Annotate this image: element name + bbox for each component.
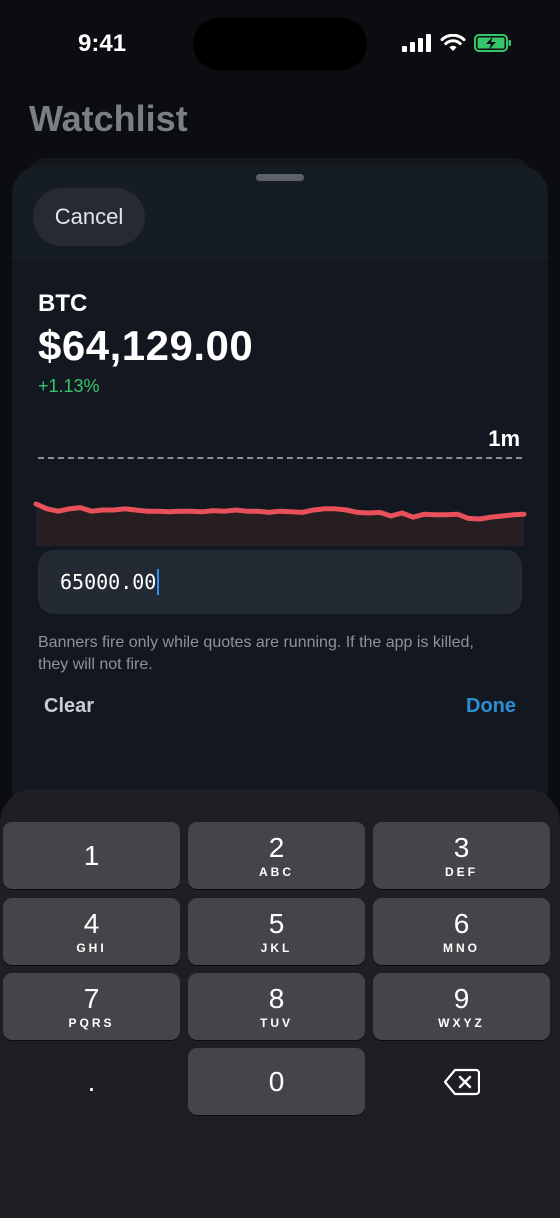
backspace-icon (443, 1068, 480, 1095)
key-digit: 1 (83, 839, 100, 871)
key-1[interactable]: 1 (3, 822, 180, 889)
key-digit: 6 (453, 907, 470, 939)
key-digit: 8 (268, 982, 285, 1014)
done-button[interactable]: Done (466, 695, 516, 718)
key-digit: 3 (453, 831, 470, 863)
status-icons (402, 34, 512, 52)
key-0[interactable]: 0 (188, 1048, 365, 1115)
key-letters: GHI (76, 940, 107, 955)
sheet-grabber[interactable] (256, 174, 304, 181)
key-digit: 9 (453, 982, 470, 1014)
asset-price: $64,129.00 (38, 322, 254, 369)
delete-key[interactable] (373, 1048, 550, 1115)
key-6[interactable]: 6 MNO (373, 898, 550, 965)
cellular-signal-icon (402, 34, 431, 52)
wifi-icon (440, 34, 466, 51)
clear-button[interactable]: Clear (44, 695, 94, 718)
key-decimal[interactable]: . (3, 1048, 180, 1115)
key-3[interactable]: 3 DEF (373, 822, 550, 889)
key-letters: PQRS (68, 1015, 115, 1030)
key-letters: DEF (445, 864, 478, 879)
key-letters: WXYZ (438, 1015, 485, 1030)
text-caret (157, 569, 160, 595)
key-9[interactable]: 9 WXYZ (373, 973, 550, 1040)
target-price-value: 65000.00 (60, 570, 157, 594)
numeric-keyboard: 1 2 ABC 3 DEF 4 GHI 5 JKL 6 MNO 7 PQRS 8… (0, 789, 560, 1218)
key-digit: 7 (83, 982, 100, 1014)
key-5[interactable]: 5 JKL (188, 898, 365, 965)
key-letters: MNO (443, 940, 480, 955)
status-time: 9:41 (78, 30, 127, 57)
price-change: +1.13% (38, 376, 100, 396)
battery-charging-icon (474, 34, 511, 52)
key-2[interactable]: 2 ABC (188, 822, 365, 889)
key-8[interactable]: 8 TUV (188, 973, 365, 1040)
key-7[interactable]: 7 PQRS (3, 973, 180, 1040)
key-digit: . (87, 1065, 96, 1097)
target-price-input[interactable]: 65000.00 (38, 550, 522, 614)
key-digit: 4 (83, 907, 100, 939)
key-4[interactable]: 4 GHI (3, 898, 180, 965)
key-letters: ABC (259, 864, 294, 879)
dynamic-island (193, 18, 367, 70)
key-letters: JKL (260, 940, 293, 955)
key-digit: 2 (268, 831, 285, 863)
price-sparkline (33, 501, 527, 546)
key-digit: 0 (268, 1065, 285, 1097)
time-range-label[interactable]: 1m (488, 426, 520, 452)
alert-note: Banners fire only while quotes are runni… (38, 634, 474, 673)
asset-symbol: BTC (38, 290, 88, 317)
status-bar: 9:41 (0, 0, 560, 90)
cancel-button[interactable]: Cancel (33, 188, 145, 246)
key-letters: TUV (260, 1015, 293, 1030)
watchlist-title: Watchlist (29, 98, 188, 139)
key-digit: 5 (268, 907, 285, 939)
alert-threshold-line (38, 457, 522, 459)
